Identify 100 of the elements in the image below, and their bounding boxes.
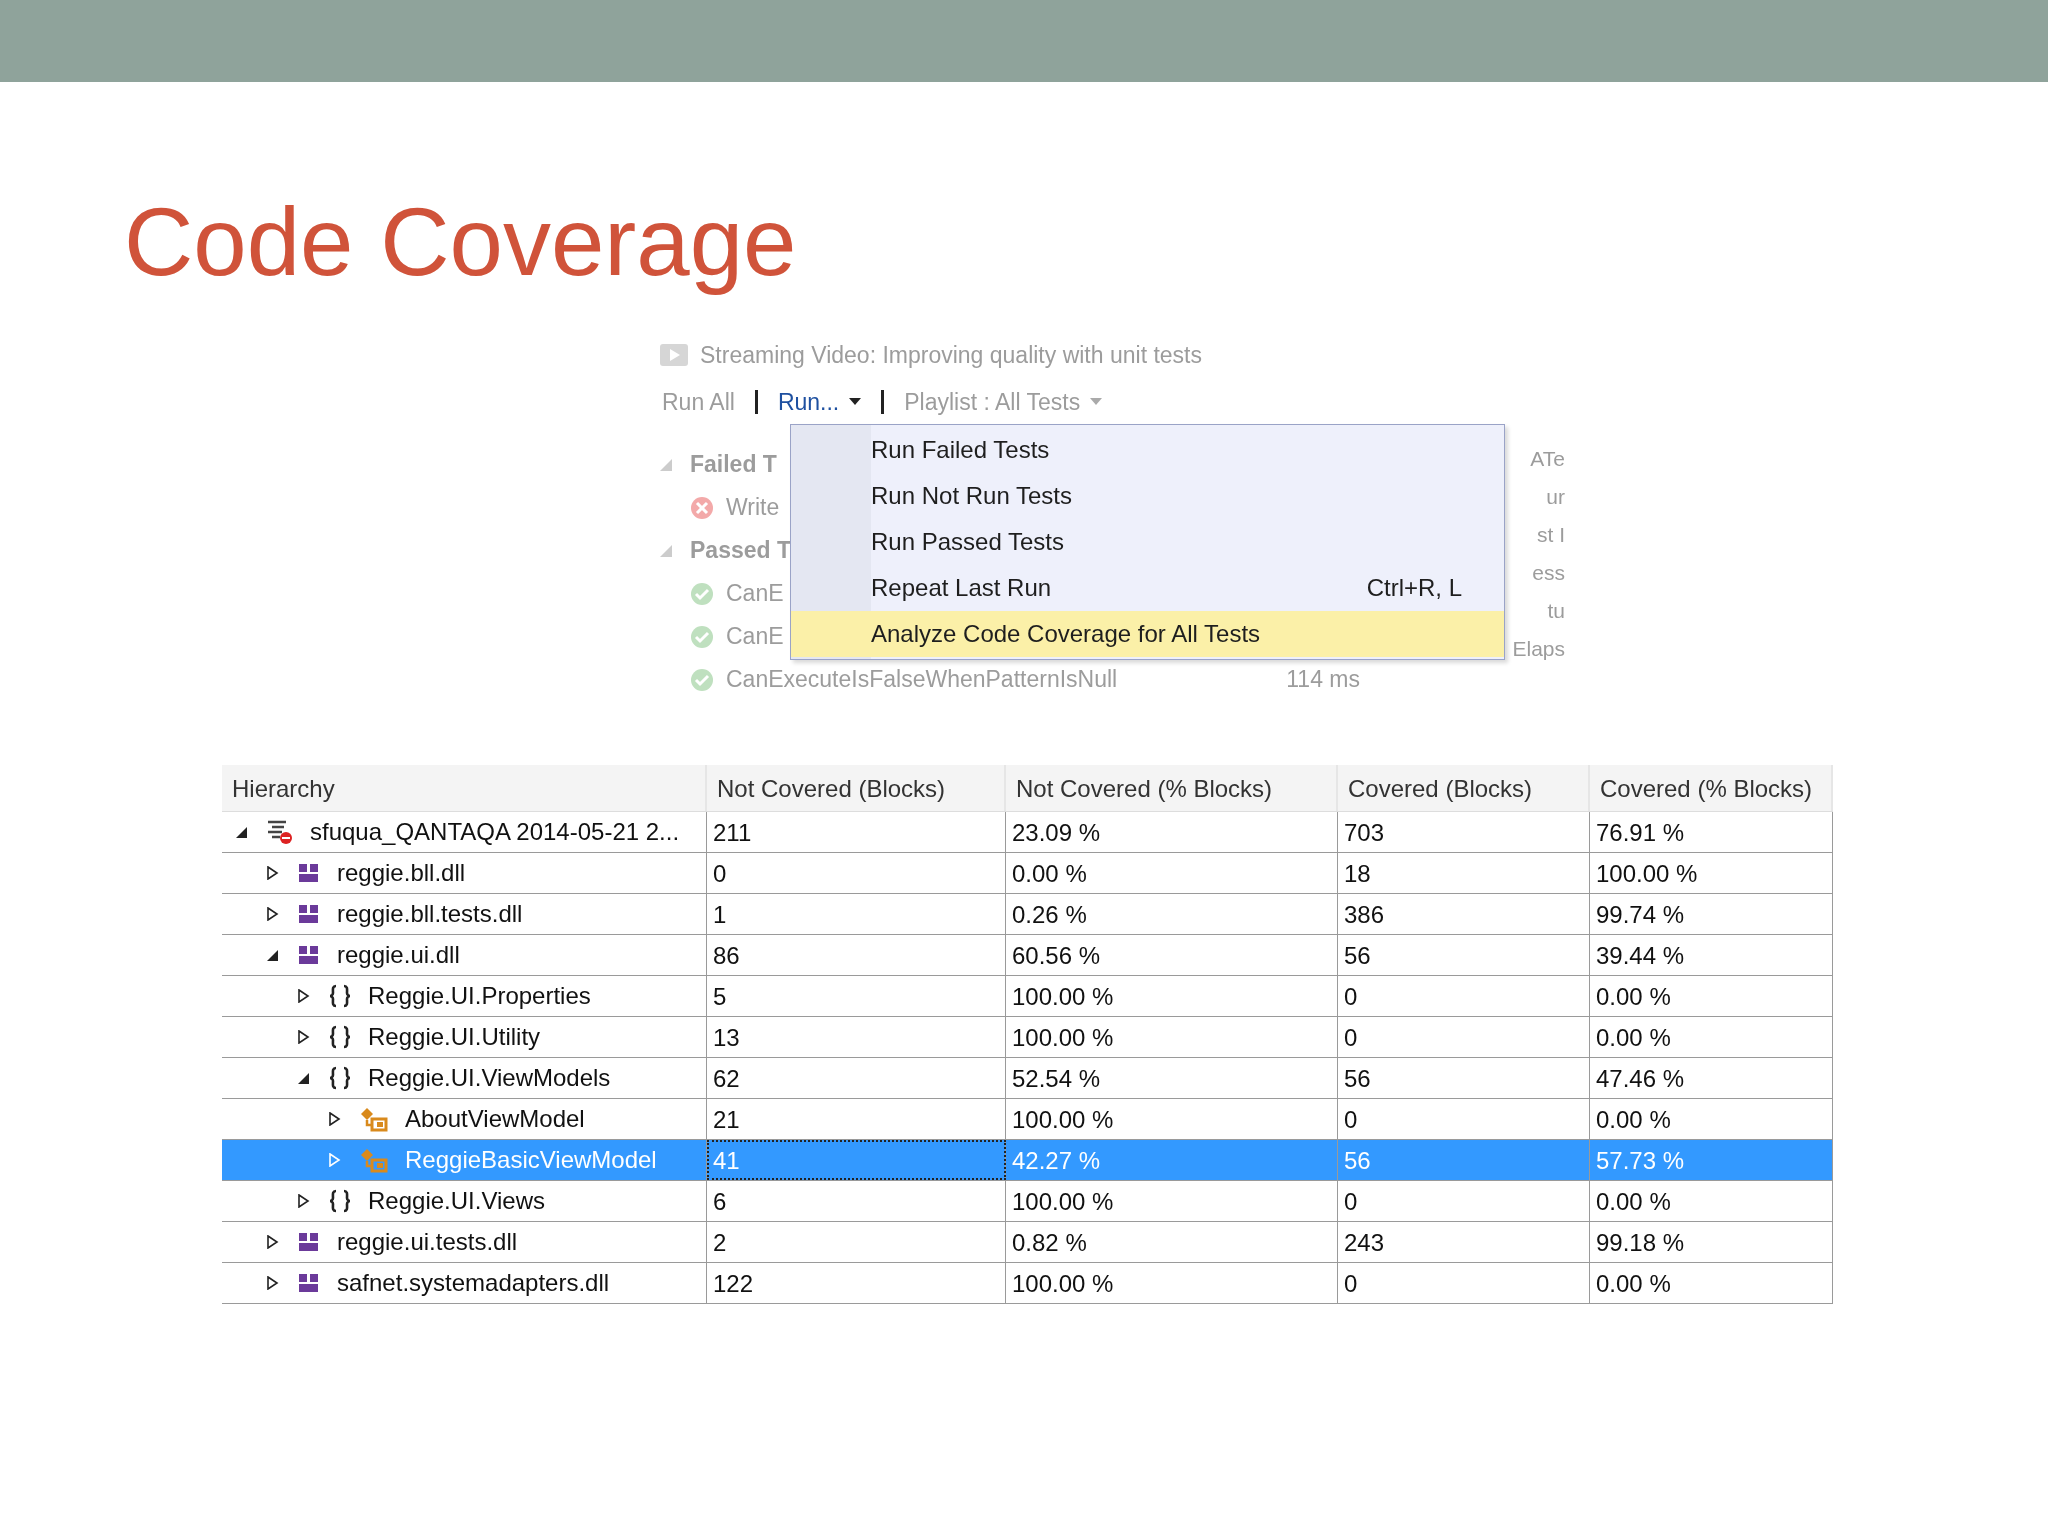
table-cell: 100.00 % — [1006, 1017, 1338, 1058]
table-cell: 99.74 % — [1590, 894, 1833, 935]
detail-text: st I — [1537, 523, 1565, 548]
braces-icon — [328, 984, 352, 1009]
table-cell: 703 — [1338, 812, 1590, 853]
table-cell: 62 — [707, 1058, 1006, 1099]
table-row[interactable]: sfuqua_QANTAQA 2014-05-21 2... 211 23.09 % 703 76.91 % — [222, 812, 1833, 854]
node-name[interactable]: Reggie.UI.Properties — [368, 982, 591, 1011]
table-cell: 0.26 % — [1006, 894, 1338, 935]
table-cell: 56 — [1338, 935, 1590, 976]
class-icon — [359, 1106, 389, 1133]
table-row[interactable]: Reggie.UI.Views 6 100.00 % 0 0.00 % — [222, 1181, 1833, 1223]
expand-arrow-icon[interactable] — [265, 907, 279, 922]
table-cell: 100.00 % — [1590, 853, 1833, 894]
node-name[interactable]: AboutViewModel — [405, 1105, 585, 1134]
detail-text: tu — [1547, 599, 1565, 624]
table-cell: 0.00 % — [1590, 1263, 1833, 1304]
failed-icon — [690, 495, 714, 520]
assembly-icon — [297, 862, 321, 885]
detail-text: ess — [1532, 561, 1565, 586]
table-cell: 386 — [1338, 894, 1590, 935]
table-cell: 211 — [707, 812, 1006, 853]
table-cell: 56 — [1338, 1058, 1590, 1099]
table-row[interactable]: safnet.systemadapters.dll 122 100.00 % 0 0.00 % — [222, 1263, 1833, 1305]
passed-icon — [690, 624, 714, 649]
node-name[interactable]: reggie.bll.dll — [337, 859, 466, 888]
menu-item[interactable]: Analyze Code Coverage for All Tests — [791, 611, 1504, 658]
table-cell: 0 — [1338, 1099, 1590, 1140]
collapse-arrow-icon[interactable] — [296, 1071, 310, 1086]
node-name[interactable]: reggie.ui.tests.dll — [337, 1228, 518, 1257]
table-row[interactable]: AboutViewModel 21 100.00 % 0 0.00 % — [222, 1099, 1833, 1141]
braces-icon — [328, 1066, 352, 1091]
expand-arrow-icon[interactable] — [265, 1235, 279, 1250]
table-row[interactable]: Reggie.UI.Properties 5 100.00 % 0 0.00 % — [222, 976, 1833, 1018]
node-name[interactable]: Reggie.UI.ViewModels — [368, 1064, 611, 1093]
video-icon — [660, 344, 688, 367]
detail-text: ur — [1546, 485, 1565, 510]
table-cell: 86 — [707, 935, 1006, 976]
caret-icon — [1090, 398, 1103, 407]
table-cell: 60.56 % — [1006, 935, 1338, 976]
table-row[interactable]: reggie.ui.tests.dll 2 0.82 % 243 99.18 % — [222, 1222, 1833, 1264]
node-name[interactable]: Reggie.UI.Views — [368, 1187, 545, 1216]
class-icon — [359, 1147, 389, 1174]
table-cell: 0.00 % — [1590, 976, 1833, 1017]
expand-arrow-icon[interactable] — [265, 866, 279, 881]
detail-text: ATe — [1530, 447, 1565, 472]
table-cell: 99.18 % — [1590, 1222, 1833, 1263]
detail-text: Elaps — [1512, 637, 1565, 662]
assembly-icon — [297, 944, 321, 967]
table-row[interactable]: reggie.bll.tests.dll 1 0.26 % 386 99.74 % — [222, 894, 1833, 936]
table-cell: 0 — [1338, 1181, 1590, 1222]
table-cell: 41 — [707, 1140, 1006, 1181]
table-cell: 0 — [707, 853, 1006, 894]
expand-arrow-icon[interactable] — [265, 1276, 279, 1291]
table-cell: 5 — [707, 976, 1006, 1017]
assembly-icon — [297, 903, 321, 926]
braces-icon — [328, 1025, 352, 1050]
table-cell: 47.46 % — [1590, 1058, 1833, 1099]
table-cell: 0 — [1338, 1017, 1590, 1058]
menu-item[interactable]: Run Failed Tests — [791, 427, 1504, 474]
menu-item[interactable]: Repeat Last Run Ctrl+R, L — [791, 565, 1504, 612]
table-cell: 100.00 % — [1006, 976, 1338, 1017]
braces-icon — [328, 1189, 352, 1214]
table-cell: 0.00 % — [1590, 1017, 1833, 1058]
expand-arrow-icon[interactable] — [296, 1030, 310, 1045]
node-name[interactable]: sfuqua_QANTAQA 2014-05-21 2... — [310, 818, 680, 847]
table-cell: 0.00 % — [1590, 1099, 1833, 1140]
passed-icon — [690, 667, 714, 692]
slide-title: Code Coverage — [124, 187, 798, 297]
node-name[interactable]: Reggie.UI.Utility — [368, 1023, 541, 1052]
table-cell: 57.73 % — [1590, 1140, 1833, 1181]
table-cell: 6 — [707, 1181, 1006, 1222]
table-cell: 13 — [707, 1017, 1006, 1058]
menu-item[interactable]: Run Passed Tests — [791, 519, 1504, 566]
collapse-arrow-icon[interactable] — [234, 825, 248, 840]
video-title: Streaming Video: Improving quality with unit tests — [700, 341, 1202, 369]
table-row[interactable]: reggie.ui.dll 86 60.56 % 56 39.44 % — [222, 935, 1833, 977]
table-row[interactable]: Reggie.UI.Utility 13 100.00 % 0 0.00 % — [222, 1017, 1833, 1059]
menu-item[interactable]: Run Not Run Tests — [791, 473, 1504, 520]
table-cell: 122 — [707, 1263, 1006, 1304]
table-cell: 76.91 % — [1590, 812, 1833, 853]
toolbar-button[interactable]: Run... — [775, 388, 864, 416]
assembly-icon — [297, 1272, 321, 1295]
collapse-arrow-icon[interactable] — [265, 948, 279, 963]
expand-arrow-icon[interactable] — [327, 1112, 341, 1127]
table-row[interactable]: reggie.bll.dll 0 0.00 % 18 100.00 % — [222, 853, 1833, 895]
table-cell: 0 — [1338, 976, 1590, 1017]
table-row[interactable]: Reggie.UI.ViewModels 62 52.54 % 56 47.46 % — [222, 1058, 1833, 1100]
node-name[interactable]: reggie.bll.tests.dll — [337, 900, 523, 929]
table-cell: 23.09 % — [1006, 812, 1338, 853]
table-cell: 0 — [1338, 1263, 1590, 1304]
table-cell: 1 — [707, 894, 1006, 935]
assembly-icon — [297, 1231, 321, 1254]
node-name[interactable]: safnet.systemadapters.dll — [337, 1269, 610, 1298]
expand-arrow-icon[interactable] — [296, 989, 310, 1004]
table-cell: 100.00 % — [1006, 1181, 1338, 1222]
node-name[interactable]: reggie.ui.dll — [337, 941, 460, 970]
expand-arrow-icon[interactable] — [296, 1194, 310, 1209]
table-cell: 39.44 % — [1590, 935, 1833, 976]
table-cell: 42.27 % — [1006, 1140, 1338, 1181]
